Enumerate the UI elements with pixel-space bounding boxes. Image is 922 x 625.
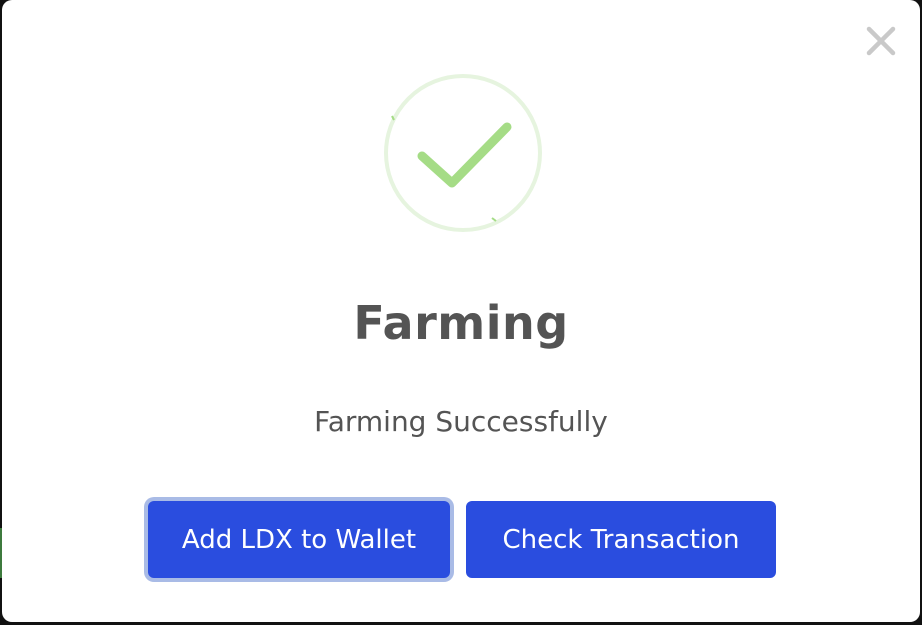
success-check-icon (382, 72, 544, 234)
check-transaction-button[interactable]: Check Transaction (466, 501, 776, 578)
success-dialog: Farming Farming Successfully Add LDX to … (2, 0, 920, 622)
dialog-title: Farming (353, 296, 569, 350)
add-to-wallet-button[interactable]: Add LDX to Wallet (148, 501, 450, 578)
close-icon[interactable] (864, 24, 898, 58)
dialog-message: Farming Successfully (314, 405, 608, 438)
